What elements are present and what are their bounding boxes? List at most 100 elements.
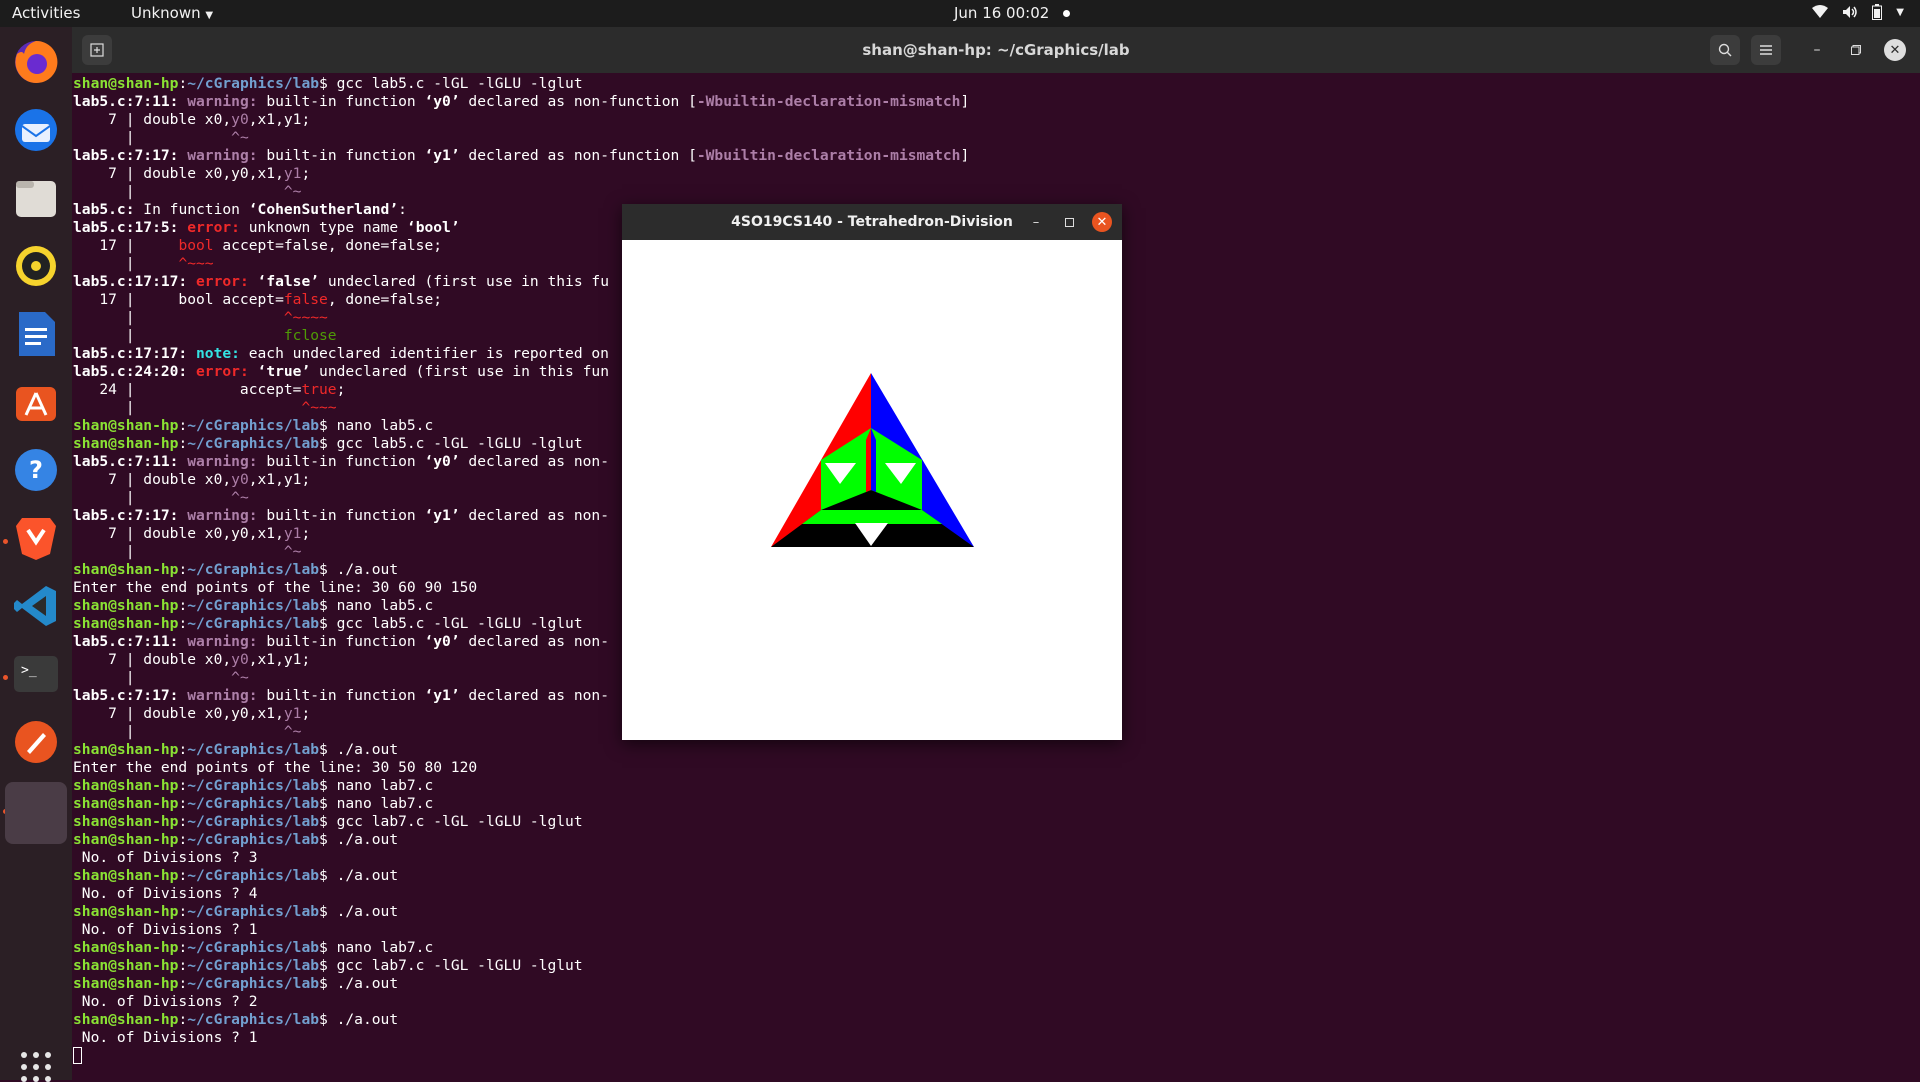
terminal-text-segment: | [73,399,302,416]
terminal-text-segment: ‘y1’ [424,507,460,524]
terminal-text-segment: ~/cGraphics/lab [187,831,320,848]
terminal-text-segment: shan@shan-hp [73,435,179,452]
terminal-text-segment: ~/cGraphics/lab [187,615,320,632]
terminal-text-segment: | [73,489,232,506]
terminal-line: lab5.c:7:17: warning: built-in function … [73,147,969,165]
terminal-text-segment: ,x1,y1; [248,651,311,668]
terminal-text-segment: shan@shan-hp [73,813,179,830]
firefox-icon[interactable] [10,36,62,88]
terminal-text-segment: 7 | double x0, [73,111,232,128]
terminal-text-segment: shan@shan-hp [73,777,179,794]
terminal-text-segment: 24 | accept= [73,381,302,398]
top-bar: Activities Unknown ▼ Jun 16 00:02 ▼ [0,0,1920,27]
app-menu[interactable]: Unknown ▼ [131,4,213,22]
brave-icon[interactable] [10,512,62,564]
thunderbird-icon[interactable] [10,104,62,156]
close-button[interactable]: ✕ [1884,39,1906,61]
terminal-text-segment: | [73,183,284,200]
terminal-text-segment: ~/cGraphics/lab [187,417,320,434]
terminal-text-segment: : [398,201,407,218]
terminal-text-segment: lab5.c:24:20: [73,363,197,380]
drawing-icon[interactable] [10,716,62,768]
opengl-canvas[interactable] [622,240,1122,740]
gl-minimize-button[interactable]: – [1026,212,1046,232]
terminal-text-segment: lab5.c:7:17: [73,507,188,524]
terminal-text-segment: shan@shan-hp [73,741,179,758]
minimize-icon: – [1032,214,1040,230]
software-icon[interactable] [10,376,62,428]
terminal-line: shan@shan-hp:~/cGraphics/lab$ ./a.out [73,975,969,993]
terminal-text-segment: note: [196,345,249,362]
terminal-text-segment: | [73,543,284,560]
vscode-icon[interactable] [10,580,62,632]
terminal-line: shan@shan-hp:~/cGraphics/lab$ gcc lab5.c… [73,75,969,93]
gl-close-button[interactable]: ✕ [1092,212,1112,232]
terminal-line: shan@shan-hp:~/cGraphics/lab$ ./a.out [73,741,969,759]
terminal-text-segment: shan@shan-hp [73,75,179,92]
activities-button[interactable]: Activities [12,4,80,22]
terminal-text-segment: built-in function [266,93,425,110]
terminal-line: shan@shan-hp:~/cGraphics/lab$ gcc lab7.c… [73,813,969,831]
terminal-text-segment: | [73,309,284,326]
terminal-text-segment: lab5.c:7:17: [73,147,188,164]
svg-text:>_: >_ [21,663,37,678]
menu-button[interactable] [1751,35,1781,65]
writer-icon[interactable] [10,308,62,360]
show-applications-icon[interactable] [21,1052,51,1082]
terminal-text-segment: ‘y0’ [424,93,460,110]
terminal-text-segment: : [178,813,188,830]
terminal-text-segment: | [73,723,284,740]
terminal-text-segment: $ nano lab7.c [319,939,434,956]
terminal-title: shan@shan-hp: ~/cGraphics/lab [862,41,1130,59]
terminal-text-segment: ~/cGraphics/lab [187,75,320,92]
terminal-text-segment: $ ./a.out [319,1011,399,1028]
terminal-icon[interactable]: >_ [10,648,62,700]
maximize-button[interactable] [1845,39,1867,61]
terminal-text-segment: ] [960,147,970,164]
terminal-line: shan@shan-hp:~/cGraphics/lab$ nano lab7.… [73,777,969,795]
minimize-button[interactable]: – [1806,39,1828,61]
terminal-text-segment: warning: [187,507,267,524]
terminal-text-segment: 17 | [73,237,179,254]
svg-text:?: ? [29,456,43,484]
terminal-text-segment: accept=false, done=false; [213,237,443,254]
search-button[interactable] [1710,35,1740,65]
terminal-line: No. of Divisions ? 1 [73,1029,969,1047]
terminal-input-line[interactable] [73,1047,969,1065]
rhythmbox-icon[interactable] [10,240,62,292]
chevron-down-icon: ▼ [205,10,214,21]
help-icon[interactable]: ? [10,444,62,496]
terminal-text-segment: shan@shan-hp [73,903,179,920]
clock[interactable]: Jun 16 00:02 [954,4,1071,22]
volume-icon [1843,6,1858,18]
terminal-text-segment: ~/cGraphics/lab [187,435,320,452]
terminal-text-segment: ; [301,165,311,182]
terminal-text-segment: ; [336,381,346,398]
wifi-icon [1812,5,1829,18]
terminal-line: | ^~ [73,129,969,147]
terminal-text-segment: $ ./a.out [319,867,399,884]
opengl-window[interactable]: 4SO19CS140 - Tetrahedron-Division – ✕ [622,204,1122,740]
terminal-text-segment: : [178,435,188,452]
terminal-text-segment: ] [960,93,970,110]
restore-icon [1851,45,1861,55]
files-icon[interactable] [10,172,62,224]
terminal-text-segment: : [178,777,188,794]
terminal-text-segment: lab5.c:17:17: [73,345,197,362]
opengl-window-icon[interactable] [5,782,67,844]
terminal-text-segment: ‘y0’ [424,633,460,650]
terminal-text-segment: $ ./a.out [319,903,399,920]
terminal-text-segment: $ gcc lab5.c -lGL -lGLU -lglut [319,615,583,632]
system-status-area[interactable]: ▼ [1812,4,1904,20]
terminal-text-segment: lab5.c:17:17: [73,273,197,290]
terminal-line: No. of Divisions ? 4 [73,885,969,903]
terminal-text-segment: $ gcc lab5.c -lGL -lGLU -lglut [319,435,583,452]
terminal-line: shan@shan-hp:~/cGraphics/lab$ ./a.out [73,903,969,921]
opengl-window-header: 4SO19CS140 - Tetrahedron-Division – ✕ [622,204,1122,240]
terminal-line: No. of Divisions ? 1 [73,921,969,939]
gl-maximize-button[interactable] [1059,212,1079,232]
terminal-text-segment: error: [196,273,258,290]
terminal-text-segment: bool [178,237,214,254]
terminal-text-segment: ,x1,y1; [248,111,311,128]
terminal-text-segment: ; [301,525,311,542]
